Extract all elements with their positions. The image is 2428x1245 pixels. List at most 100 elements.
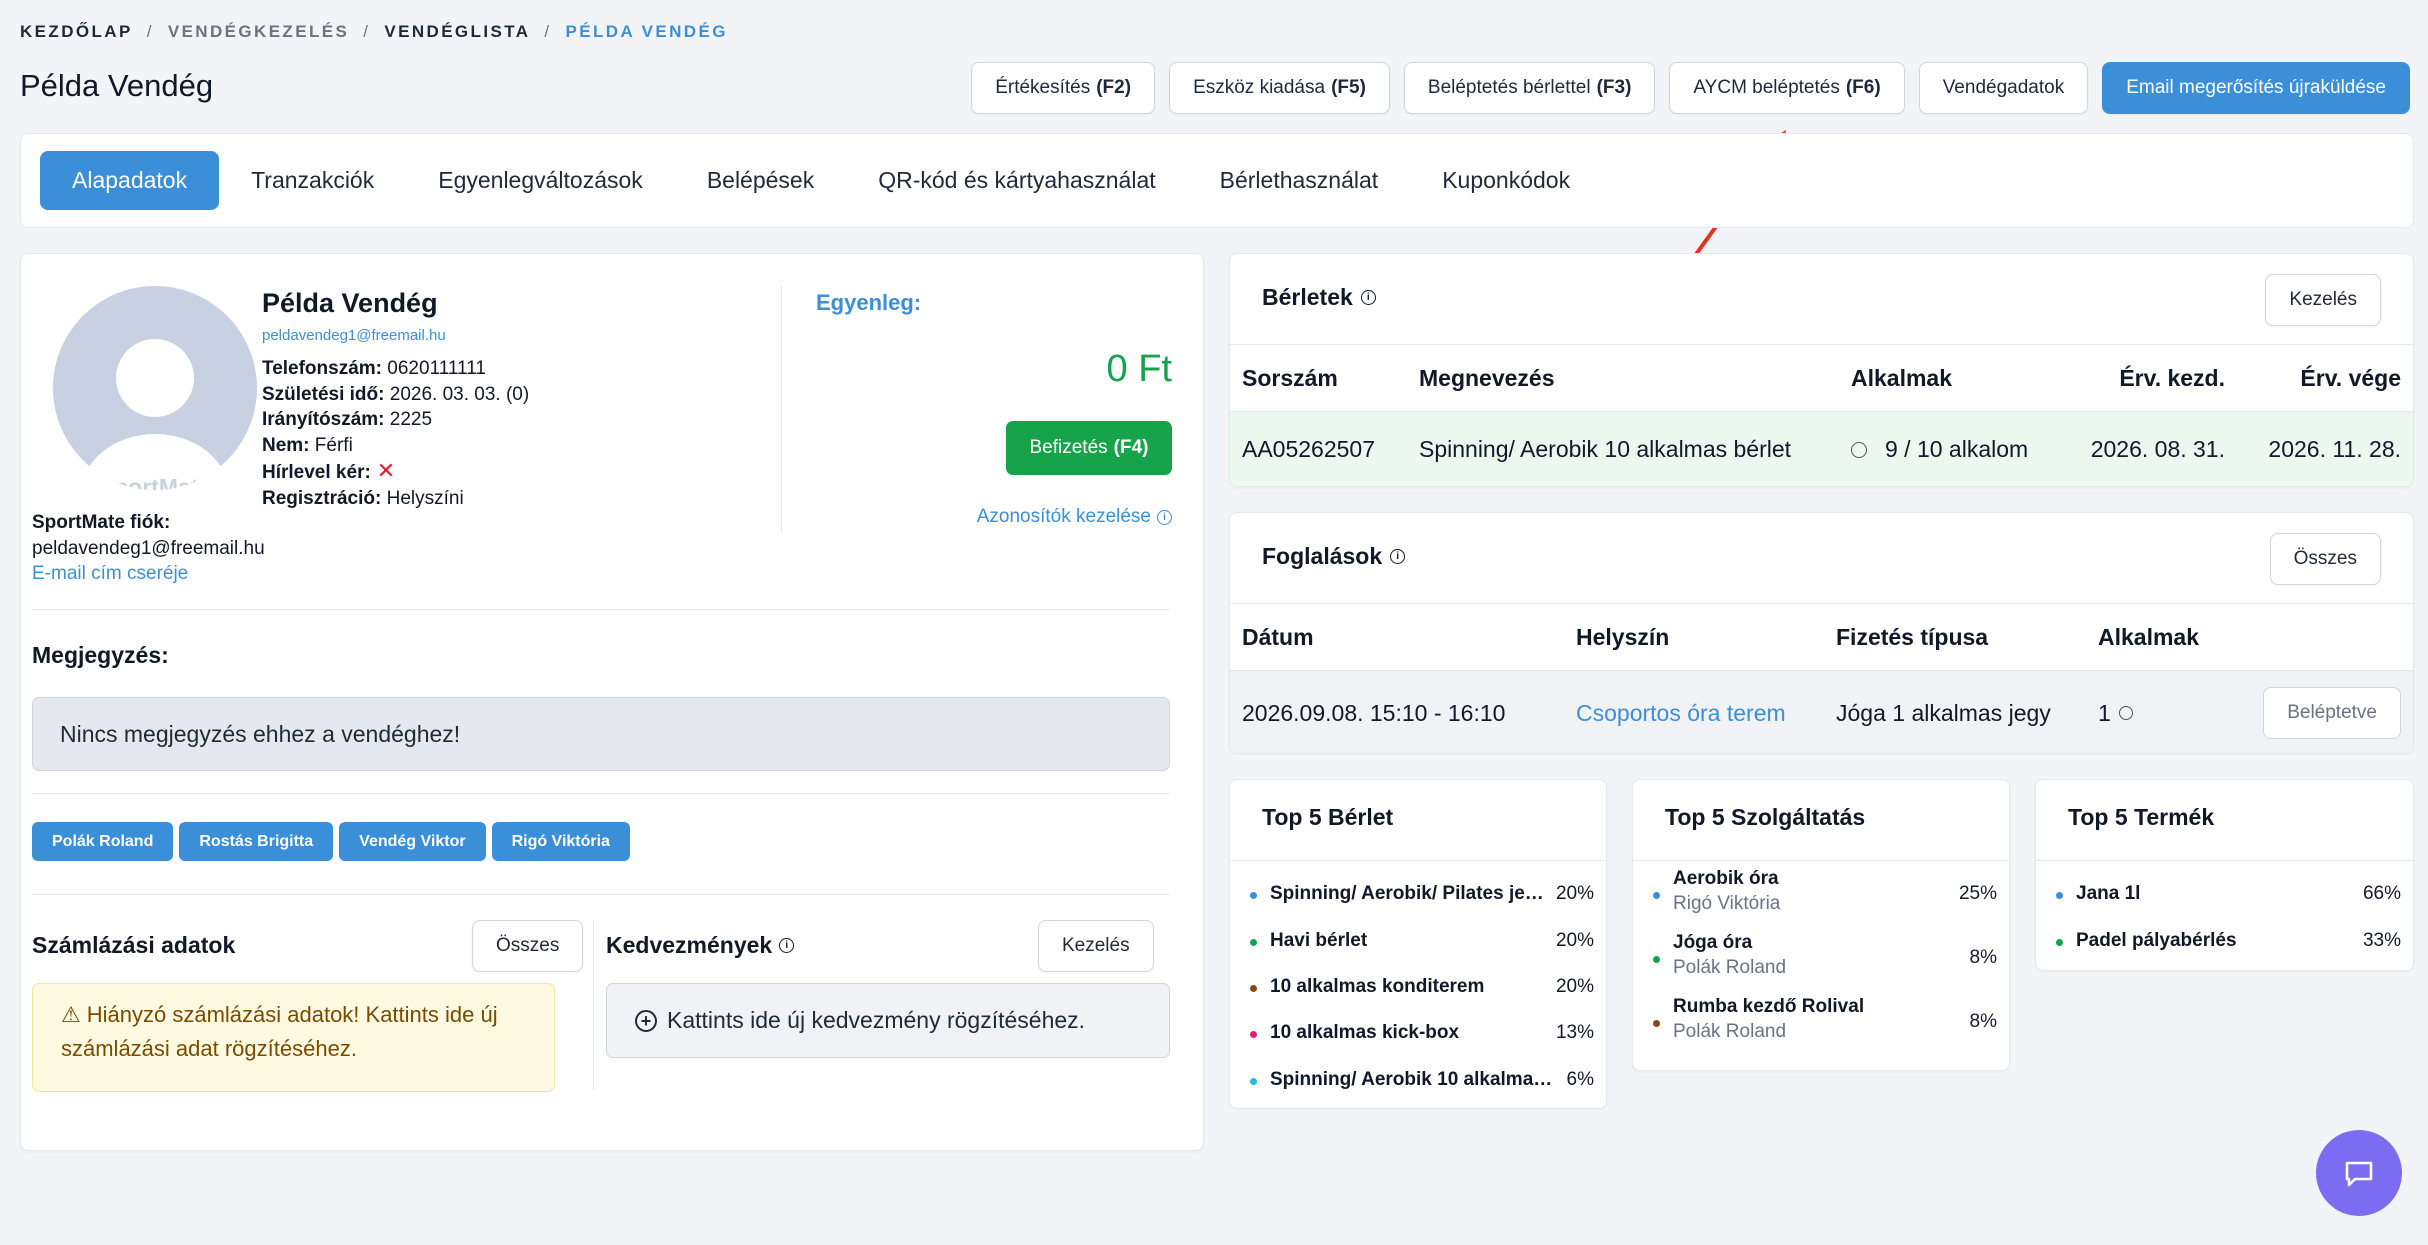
dot-icon bbox=[1653, 1020, 1660, 1027]
page-title: Példa Vendég bbox=[20, 68, 214, 103]
table-row[interactable]: AA05262507 Spinning/ Aerobik 10 alkalmas… bbox=[1230, 412, 2413, 486]
breadcrumb-guest-management[interactable]: VENDÉGKEZELÉS bbox=[168, 22, 349, 42]
tab-transactions[interactable]: Tranzakciók bbox=[219, 151, 406, 210]
booking-date: 2026.09.08. 15:10 - 16:10 bbox=[1242, 699, 1506, 726]
tab-qr-card-usage[interactable]: QR-kód és kártyahasználat bbox=[846, 151, 1187, 210]
resend-email-confirmation-button[interactable]: Email megerősítés újraküldése bbox=[2102, 62, 2410, 114]
column-header: Alkalmak bbox=[1851, 364, 1953, 391]
sportmate-account: SportMate fiók: peldavendeg1@freemail.hu… bbox=[32, 510, 265, 587]
staff-tag[interactable]: Rostás Brigitta bbox=[179, 822, 334, 861]
divider bbox=[32, 894, 1170, 895]
dot-icon bbox=[1250, 1031, 1257, 1038]
list-item: Jana 1l 66% bbox=[2056, 883, 2401, 905]
column-header: Alkalmak bbox=[2098, 623, 2200, 650]
change-email-link[interactable]: E-mail cím cseréje bbox=[32, 561, 265, 587]
tab-basic-data[interactable]: Alapadatok bbox=[40, 151, 220, 210]
registration-value: Helyszíni bbox=[386, 487, 464, 509]
equipment-issue-button[interactable]: Eszköz kiadása (F5) bbox=[1169, 62, 1390, 114]
manage-identifiers-link[interactable]: Azonosítók kezelése i bbox=[977, 506, 1172, 528]
checked-in-button: Beléptetve bbox=[2263, 687, 2401, 739]
divider bbox=[2036, 860, 2413, 861]
close-icon: ✕ bbox=[376, 458, 396, 483]
top-services-card: Top 5 Szolgáltatás Aerobik óra Rigó Viktó… bbox=[1632, 779, 2010, 1071]
sportmate-logo: SportMate bbox=[98, 474, 212, 490]
discounts-manage-button[interactable]: Kezelés bbox=[1038, 920, 1154, 972]
bookings-title: Foglalások i bbox=[1262, 543, 1406, 570]
birth-value: 2026. 03. 03. (0) bbox=[389, 383, 530, 405]
phone-value: 0620111111 bbox=[387, 358, 486, 379]
list-item: Spinning/ Aerobik 10 alkalmas bérlet6% bbox=[1250, 1069, 1594, 1091]
divider bbox=[1633, 860, 2009, 861]
chat-button[interactable] bbox=[2316, 1130, 2402, 1216]
staff-tags: Polák Roland Rostás Brigitta Vendég Vikt… bbox=[32, 822, 630, 861]
breadcrumb-separator: / bbox=[363, 22, 371, 41]
passes-title: Bérletek i bbox=[1262, 284, 1376, 311]
passes-table-header: Sorszám Megnevezés Alkalmak Érv. kezd. É… bbox=[1230, 344, 2413, 412]
add-discount-box[interactable]: + Kattints ide új kedvezmény rögzítéséhez… bbox=[606, 983, 1170, 1058]
sales-button[interactable]: Értékesítés (F2) bbox=[971, 62, 1156, 114]
tab-entries[interactable]: Belépések bbox=[675, 151, 846, 210]
info-icon: i bbox=[1390, 549, 1406, 564]
billing-warning[interactable]: ⚠ Hiányzó számlázási adatok! Kattints ide… bbox=[32, 983, 555, 1092]
tab-pass-usage[interactable]: Bérlethasználat bbox=[1188, 151, 1411, 210]
newsletter-label: Hírlevel kér: bbox=[262, 462, 371, 483]
aycm-entry-button[interactable]: AYCM beléptetés (F6) bbox=[1669, 62, 1905, 114]
balance-label: Egyenleg: bbox=[816, 290, 922, 315]
booking-place-link[interactable]: Csoportos óra terem bbox=[1576, 671, 1786, 753]
passes-manage-button[interactable]: Kezelés bbox=[2265, 274, 2381, 326]
dot-icon bbox=[1250, 892, 1257, 899]
booking-payment: Jóga 1 alkalmas jegy bbox=[1836, 699, 2051, 726]
note-label: Megjegyzés: bbox=[32, 642, 169, 668]
list-item: Spinning/ Aerobik/ Pilates jegy 20% bbox=[1250, 883, 1594, 905]
tab-balance-changes[interactable]: Egyenlegváltozások bbox=[406, 151, 675, 210]
column-header: Dátum bbox=[1242, 623, 1314, 650]
guest-info-list: Telefonszám: 0620111111 Születési idő: 2… bbox=[262, 356, 529, 511]
dot-icon bbox=[1653, 892, 1660, 899]
top-passes-title: Top 5 Bérlet bbox=[1262, 804, 1394, 830]
birth-label: Születési idő: bbox=[262, 383, 385, 405]
bookings-card: Foglalások i Összes Dátum Helyszín Fizeté… bbox=[1229, 512, 2414, 754]
warning-icon: ⚠ bbox=[61, 1002, 81, 1027]
guest-name: Példa Vendég bbox=[262, 288, 438, 318]
table-row: 2026.09.08. 15:10 - 16:10 Csoportos óra … bbox=[1230, 671, 2413, 753]
dot-icon bbox=[1250, 939, 1257, 946]
tab-coupon-codes[interactable]: Kuponkódok bbox=[1410, 151, 1602, 210]
dot-icon bbox=[1653, 956, 1660, 963]
top-passes-card: Top 5 Bérlet Spinning/ Aerobik/ Pilates … bbox=[1229, 779, 1607, 1109]
top-actions: Értékesítés (F2) Eszköz kiadása (F5) Belép… bbox=[971, 62, 2410, 114]
list-item: Aerobik óra Rigó Viktória 25% bbox=[1653, 868, 1997, 915]
dot-icon bbox=[2056, 892, 2063, 899]
staff-tag[interactable]: Rigó Viktória bbox=[491, 822, 630, 861]
staff-tag[interactable]: Polák Roland bbox=[32, 822, 174, 861]
column-header: Helyszín bbox=[1576, 623, 1670, 650]
billing-all-button[interactable]: Összes bbox=[472, 920, 584, 972]
pass-entry-button[interactable]: Beléptetés bérlettel (F3) bbox=[1403, 62, 1656, 114]
pass-uses: 9 / 10 alkalom bbox=[1851, 412, 2028, 486]
column-header: Fizetés típusa bbox=[1836, 623, 1989, 650]
passes-card: Bérletek i Kezelés Sorszám Megnevezés Alk… bbox=[1229, 253, 2414, 487]
pass-start: 2026. 08. 31. bbox=[2090, 436, 2225, 462]
bookings-all-button[interactable]: Összes bbox=[2269, 533, 2381, 585]
bookings-table-header: Dátum Helyszín Fizetés típusa Alkalmak bbox=[1230, 603, 2413, 671]
info-icon: i bbox=[1360, 290, 1376, 305]
note-box[interactable]: Nincs megjegyzés ehhez a vendéghez! bbox=[32, 697, 1170, 771]
list-item: Jóga óra Polák Roland 8% bbox=[1653, 932, 1997, 979]
breadcrumb-guest-list[interactable]: VENDÉGLISTA bbox=[384, 22, 530, 42]
list-item: Padel pályabérlés 33% bbox=[2056, 930, 2401, 952]
list-item: 10 alkalmas kick-box 13% bbox=[1250, 1022, 1594, 1044]
tab-bar: Alapadatok Tranzakciók Egyenlegváltozáso… bbox=[20, 133, 2414, 228]
billing-warning-text: Hiányzó számlázási adatok! Kattints ide … bbox=[61, 1002, 498, 1061]
breadcrumb-home[interactable]: KEZDŐLAP bbox=[20, 22, 133, 42]
booking-status: Beléptetve bbox=[2263, 671, 2401, 753]
gender-label: Nem: bbox=[262, 434, 310, 456]
clock-icon bbox=[2118, 706, 2133, 720]
deposit-button[interactable]: Befizetés (F4) bbox=[1006, 421, 1172, 475]
zip-value: 2225 bbox=[389, 409, 433, 430]
guest-data-button[interactable]: Vendégadatok bbox=[1918, 62, 2089, 114]
guest-email[interactable]: peldavendeg1@freemail.hu bbox=[262, 327, 446, 344]
breadcrumb-separator: / bbox=[146, 22, 154, 41]
divider bbox=[593, 920, 594, 1090]
staff-tag[interactable]: Vendég Viktor bbox=[339, 822, 486, 861]
breadcrumb-current: PÉLDA VENDÉG bbox=[565, 22, 728, 41]
breadcrumb-separator: / bbox=[544, 22, 552, 41]
